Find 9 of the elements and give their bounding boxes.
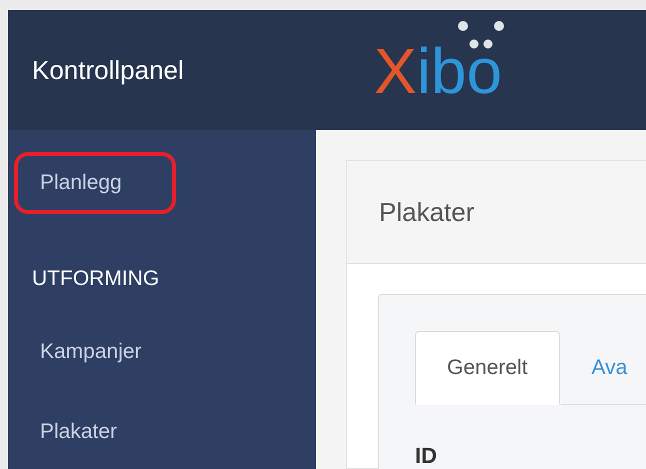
tab[interactable]: Generelt: [415, 331, 560, 405]
sidebar-item[interactable]: Plakater: [40, 420, 118, 444]
sidebar-item[interactable]: Kampanjer: [40, 340, 142, 364]
sidebar-title: Kontrollpanel: [32, 54, 184, 84]
logo: Xibo: [374, 18, 506, 110]
sidebar-item[interactable]: Planlegg: [40, 171, 122, 195]
field-label: ID: [415, 443, 438, 469]
panel-title: Plakater: [379, 196, 474, 228]
section-heading: UTFORMING: [32, 267, 160, 291]
